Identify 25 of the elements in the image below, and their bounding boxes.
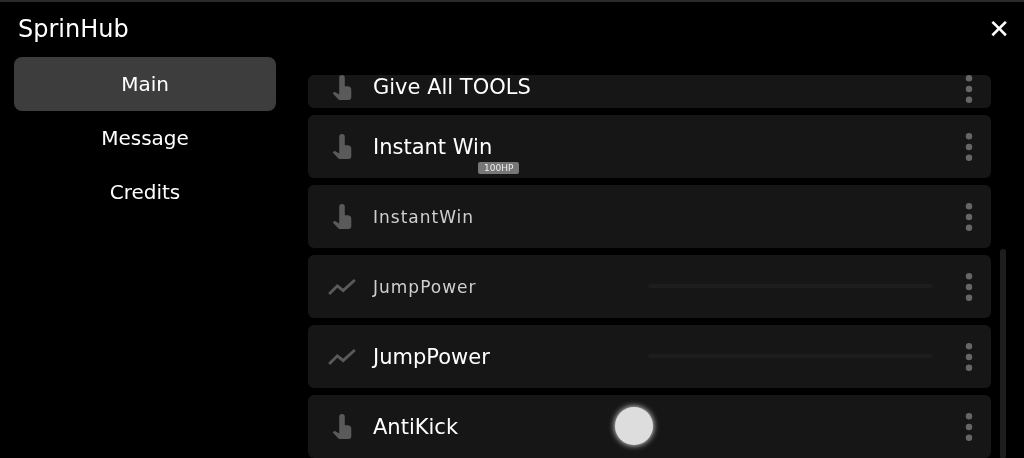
- feature-row[interactable]: JumpPower: [308, 325, 991, 388]
- feature-row[interactable]: InstantWin: [308, 185, 991, 248]
- window-title: SprinHub: [18, 15, 129, 43]
- feature-label: Instant Win: [373, 134, 493, 159]
- close-button[interactable]: ✕: [988, 14, 1010, 44]
- more-icon[interactable]: [965, 202, 973, 231]
- more-icon[interactable]: [965, 272, 973, 301]
- more-icon[interactable]: [965, 412, 973, 441]
- more-icon[interactable]: [965, 132, 973, 161]
- sidebar-tab[interactable]: Message: [14, 111, 276, 165]
- feature-label: InstantWin: [373, 206, 475, 227]
- feature-row[interactable]: AntiKick: [308, 395, 991, 458]
- feature-label: JumpPower: [373, 344, 490, 369]
- feature-label: JumpPower: [373, 276, 477, 297]
- scrollbar[interactable]: [1000, 249, 1006, 458]
- feature-row[interactable]: JumpPower: [308, 255, 991, 318]
- feature-row[interactable]: Instant Win 100HP: [308, 115, 991, 178]
- more-icon[interactable]: [965, 342, 973, 371]
- sidebar-tab[interactable]: Credits: [14, 165, 276, 219]
- more-icon[interactable]: [965, 75, 973, 103]
- hp-badge: 100HP: [478, 162, 520, 174]
- feature-row[interactable]: Give All TOOLS: [308, 75, 991, 108]
- feature-label: Give All TOOLS: [373, 75, 531, 99]
- sidebar-tab[interactable]: Main: [14, 57, 276, 111]
- feature-label: AntiKick: [373, 414, 459, 439]
